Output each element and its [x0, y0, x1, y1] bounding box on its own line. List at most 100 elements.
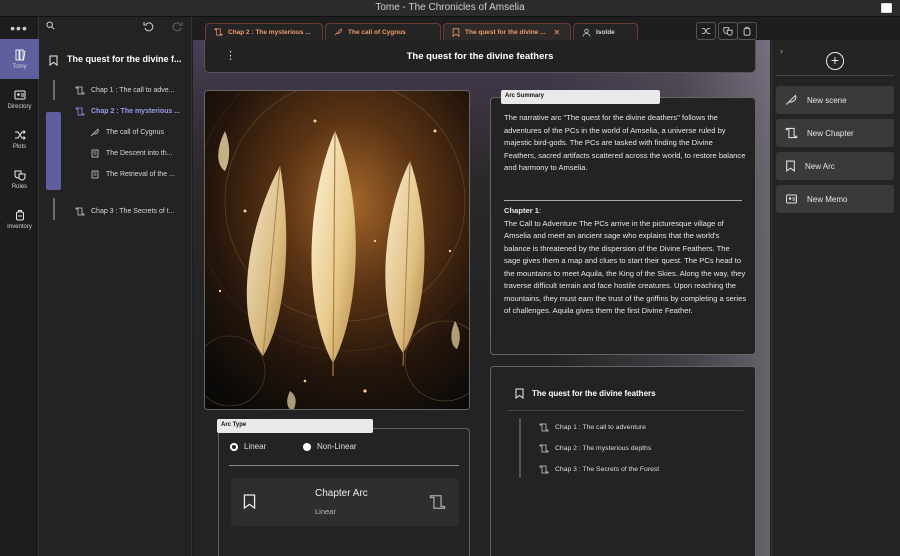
- card-title: Chapter Arc: [315, 488, 368, 499]
- chevron-right-icon[interactable]: ›: [780, 46, 783, 56]
- action-label: New scene: [807, 95, 847, 105]
- redo-icon[interactable]: [172, 21, 183, 32]
- undo-icon[interactable]: [143, 21, 154, 32]
- tree-item[interactable]: The Descent into th...: [90, 144, 173, 162]
- new-memo-button[interactable]: New Memo: [776, 185, 894, 213]
- tree-guide: [53, 80, 55, 100]
- shuffle-icon: [701, 28, 711, 34]
- action-label: New Memo: [807, 194, 848, 204]
- tab-call-of-cygnus[interactable]: The call of Cygnus: [325, 23, 441, 40]
- radio-dot: [303, 442, 311, 451]
- chapter-summary: Chapter 1: The Call to Adventure The PCs…: [504, 205, 748, 318]
- scroll-icon: [75, 107, 85, 115]
- outline-title: The quest for the divine feathers: [532, 389, 656, 398]
- tab-isolde[interactable]: Isolde: [573, 23, 638, 40]
- arc-summary-panel[interactable]: The narrative arc "The quest for the div…: [490, 97, 756, 355]
- tab-label: Isolde: [596, 28, 615, 36]
- outline-title-row[interactable]: The quest for the divine feathers: [515, 388, 656, 399]
- outline-item[interactable]: Chap 2 : The mysterious depths: [539, 444, 651, 453]
- shuffle-button[interactable]: [696, 22, 716, 40]
- add-icon[interactable]: +: [826, 52, 844, 70]
- scroll-icon: [539, 423, 549, 432]
- nav-directory[interactable]: Directory: [0, 79, 39, 119]
- bookmark-icon: [786, 160, 795, 172]
- shuffle-icon: [14, 129, 26, 140]
- search-icon[interactable]: [46, 21, 55, 30]
- tree-panel: The quest for the divine f... Chap 1 : T…: [39, 17, 192, 556]
- main-content: ⋮ The quest for the divine feathers Line…: [193, 40, 770, 556]
- nav-plots[interactable]: Plots: [0, 119, 39, 159]
- close-tab-icon[interactable]: ✕: [554, 28, 561, 37]
- new-arc-button[interactable]: New Arc: [776, 152, 894, 180]
- user-icon: [582, 28, 591, 37]
- tree-item-label: Chap 3 : The Secrets of t...: [91, 207, 175, 215]
- scroll-icon: [539, 444, 549, 453]
- feathers-image: [205, 91, 469, 409]
- window-menu-icon[interactable]: [881, 3, 892, 13]
- chapter-arc-card[interactable]: Chapter Arc Linear: [231, 478, 459, 526]
- radio-label: Linear: [244, 442, 267, 451]
- nav-label: Tomy: [12, 63, 27, 70]
- arc-type-panel: Linear Non-Linear Chapter Arc Linear: [218, 428, 470, 556]
- left-nav: ••• Tomy Directory Plots Roles Inventory: [0, 17, 39, 556]
- scroll-icon: [785, 127, 798, 139]
- outline-item-label: Chap 2 : The mysterious depths: [555, 445, 652, 452]
- page-title: The quest for the divine feathers: [406, 51, 554, 62]
- arc-outline-panel: The quest for the divine feathers Chap 1…: [490, 366, 756, 556]
- nav-tomy[interactable]: Tomy: [0, 39, 39, 79]
- radio-linear[interactable]: Linear: [230, 442, 266, 451]
- tree-root-label: The quest for the divine f...: [67, 54, 182, 64]
- tree-item[interactable]: Chap 1 : The call to adve...: [75, 81, 175, 99]
- scroll-icon: [428, 494, 447, 510]
- arc-illustration[interactable]: [204, 90, 470, 410]
- outline-item-label: Chap 3 : The Secrets of the Forest: [555, 466, 660, 473]
- tree-item[interactable]: Chap 3 : The Secrets of t...: [75, 202, 175, 220]
- tab-chap-2[interactable]: Chap 2 : The mysterious ...: [205, 23, 323, 40]
- backpack-icon: [15, 209, 24, 220]
- title-bar: Tome - The Chronicles of Amselia: [0, 0, 900, 17]
- new-scene-button[interactable]: New scene: [776, 86, 894, 114]
- action-label: New Arc: [805, 161, 835, 171]
- nav-label: Inventory: [7, 223, 32, 230]
- outline-guide: [519, 418, 521, 478]
- nav-label: Directory: [7, 103, 32, 110]
- bookmark-icon: [452, 27, 460, 37]
- more-dots-icon[interactable]: •••: [0, 17, 38, 39]
- page-icon: [91, 149, 99, 157]
- summary-text: The narrative arc "The quest for the div…: [504, 113, 746, 172]
- bookmark-icon: [49, 55, 58, 66]
- tab-label: The call of Cygnus: [348, 28, 406, 36]
- tree-root[interactable]: The quest for the divine f...: [39, 50, 192, 72]
- scroll-icon: [75, 207, 85, 215]
- divider: [507, 410, 743, 411]
- divider: [504, 200, 742, 201]
- scroll-icon: [214, 28, 223, 36]
- feather-pen-icon: [785, 94, 797, 105]
- tree-selection-bar: [46, 112, 61, 190]
- outline-item-label: Chap 1 : The call to adventure: [555, 424, 646, 431]
- feather-pen-icon: [334, 28, 342, 36]
- outline-item[interactable]: Chap 3 : The Secrets of the Forest: [539, 465, 659, 474]
- page-header: ⋮ The quest for the divine feathers: [204, 40, 756, 73]
- masks-icon: [14, 170, 25, 180]
- masks-button[interactable]: [718, 22, 738, 40]
- book-icon: [15, 49, 26, 61]
- nav-roles[interactable]: Roles: [0, 159, 39, 199]
- tree-toolbar: [39, 17, 191, 39]
- tab-quest-divine[interactable]: The quest for the divine ... ✕: [443, 23, 571, 40]
- radio-non-linear[interactable]: Non-Linear: [303, 442, 357, 451]
- tab-label: The quest for the divine ...: [465, 28, 546, 36]
- arc-type-label: Arc Type: [217, 419, 373, 433]
- new-chapter-button[interactable]: New Chapter: [776, 119, 894, 147]
- outline-item[interactable]: Chap 1 : The call to adventure: [539, 423, 646, 432]
- tab-bar: Chap 2 : The mysterious ... The call of …: [193, 17, 770, 40]
- tree-item[interactable]: The call of Cygnus: [90, 123, 164, 141]
- backpack-button[interactable]: [737, 22, 757, 40]
- tree-item[interactable]: Chap 2 : The mysterious ...: [75, 102, 180, 120]
- tree-item[interactable]: The Retrieval of the ...: [90, 165, 175, 183]
- tab-label: Chap 2 : The mysterious ...: [228, 28, 311, 36]
- divider: [776, 75, 894, 76]
- backpack-icon: [743, 26, 751, 36]
- nav-inventory[interactable]: Inventory: [0, 199, 39, 239]
- actions-panel: › + New scene New Chapter New Arc New Me…: [771, 40, 900, 556]
